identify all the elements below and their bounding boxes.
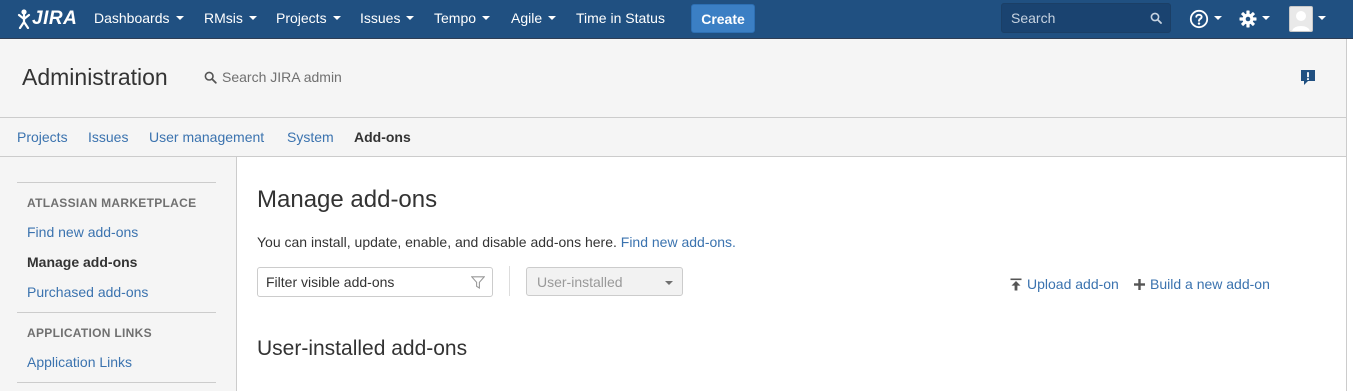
chevron-down-icon bbox=[1318, 16, 1326, 20]
help-icon bbox=[1189, 9, 1209, 29]
admin-search bbox=[204, 69, 442, 85]
jira-logo-icon bbox=[17, 9, 31, 29]
divider bbox=[17, 382, 216, 383]
sidebar-heading-marketplace: ATLASSIAN MARKETPLACE bbox=[27, 196, 197, 210]
nav-dashboards[interactable]: Dashboards bbox=[94, 0, 184, 38]
sidebar-item-purchased-add-ons[interactable]: Purchased add-ons bbox=[27, 284, 148, 300]
feedback-icon[interactable] bbox=[1300, 69, 1316, 86]
nav-projects[interactable]: Projects bbox=[276, 0, 341, 38]
admin-tabs: Projects Issues User management System A… bbox=[0, 118, 1347, 157]
quick-search bbox=[1001, 3, 1171, 33]
user-silhouette-icon bbox=[1292, 11, 1310, 31]
upload-add-on-label: Upload add-on bbox=[1027, 276, 1119, 292]
chevron-down-icon bbox=[332, 16, 341, 21]
tab-issues[interactable]: Issues bbox=[88, 118, 128, 156]
nav-agile[interactable]: Agile bbox=[511, 0, 557, 38]
intro-description: You can install, update, enable, and dis… bbox=[257, 234, 617, 250]
nav-time-in-status[interactable]: Time in Status bbox=[576, 0, 665, 38]
manage-add-ons-title: Manage add-ons bbox=[257, 186, 438, 213]
find-new-add-ons-link[interactable]: Find new add-ons. bbox=[621, 234, 736, 250]
build-new-add-on-label: Build a new add-on bbox=[1150, 276, 1270, 292]
help-menu[interactable] bbox=[1189, 0, 1222, 38]
settings-menu[interactable] bbox=[1239, 0, 1270, 38]
divider bbox=[509, 266, 510, 296]
nav-label: Agile bbox=[511, 10, 543, 26]
chevron-down-icon bbox=[1214, 16, 1222, 20]
nav-label: Issues bbox=[360, 10, 401, 26]
sidebar-heading-application-links: APPLICATION LINKS bbox=[27, 326, 152, 340]
filter-add-ons bbox=[257, 267, 493, 297]
profile-menu[interactable] bbox=[1289, 0, 1326, 38]
nav-tempo[interactable]: Tempo bbox=[434, 0, 491, 38]
chevron-down-icon bbox=[665, 281, 673, 285]
plus-icon bbox=[1134, 278, 1145, 290]
filter-add-ons-input[interactable] bbox=[258, 268, 466, 296]
gear-icon bbox=[1239, 10, 1257, 28]
chevron-down-icon bbox=[175, 16, 184, 21]
upload-icon bbox=[1010, 278, 1022, 290]
nav-label: Tempo bbox=[434, 10, 477, 26]
search-icon[interactable] bbox=[1150, 12, 1162, 24]
nav-label: RMsis bbox=[204, 10, 243, 26]
user-installed-section-title: User-installed add-ons bbox=[257, 337, 468, 360]
main-content: Manage add-ons You can install, update, … bbox=[237, 157, 1347, 391]
intro-text: You can install, update, enable, and dis… bbox=[257, 234, 736, 250]
chevron-down-icon bbox=[548, 16, 557, 21]
nav-issues[interactable]: Issues bbox=[360, 0, 415, 38]
divider bbox=[17, 182, 216, 183]
upload-add-on-link[interactable]: Upload add-on bbox=[1010, 276, 1119, 292]
select-value: User-installed bbox=[537, 274, 623, 290]
add-on-type-select[interactable]: User-installed bbox=[526, 267, 683, 296]
jira-logo[interactable]: JIRA bbox=[17, 6, 77, 32]
quick-search-input[interactable] bbox=[1002, 4, 1151, 32]
admin-header: Administration bbox=[0, 39, 1347, 118]
admin-sidebar: ATLASSIAN MARKETPLACE Find new add-ons M… bbox=[0, 157, 237, 391]
sidebar-item-application-links[interactable]: Application Links bbox=[27, 354, 132, 370]
chevron-down-icon bbox=[1262, 16, 1270, 20]
page-title: Administration bbox=[22, 64, 168, 90]
chevron-down-icon bbox=[482, 16, 491, 21]
tab-system[interactable]: System bbox=[287, 118, 334, 156]
divider bbox=[17, 312, 216, 313]
top-navigation-bar: JIRA Dashboards RMsis Projects Issues Te… bbox=[0, 0, 1353, 39]
nav-label: Dashboards bbox=[94, 10, 170, 26]
logo-text: JIRA bbox=[32, 8, 78, 29]
build-new-add-on-link[interactable]: Build a new add-on bbox=[1134, 276, 1270, 292]
admin-search-input[interactable] bbox=[217, 69, 442, 85]
tab-add-ons[interactable]: Add-ons bbox=[354, 118, 411, 156]
chevron-down-icon bbox=[248, 16, 257, 21]
nav-rmsis[interactable]: RMsis bbox=[204, 0, 257, 38]
chevron-down-icon bbox=[406, 16, 415, 21]
search-icon bbox=[204, 71, 217, 84]
filter-icon bbox=[471, 276, 485, 289]
nav-label: Projects bbox=[276, 10, 327, 26]
tab-projects[interactable]: Projects bbox=[17, 118, 68, 156]
sidebar-item-find-new-add-ons[interactable]: Find new add-ons bbox=[27, 224, 138, 240]
create-button[interactable]: Create bbox=[691, 4, 755, 33]
tab-user-management[interactable]: User management bbox=[149, 118, 264, 156]
nav-label: Time in Status bbox=[576, 10, 665, 26]
avatar bbox=[1289, 6, 1313, 32]
sidebar-item-manage-add-ons[interactable]: Manage add-ons bbox=[27, 254, 137, 270]
